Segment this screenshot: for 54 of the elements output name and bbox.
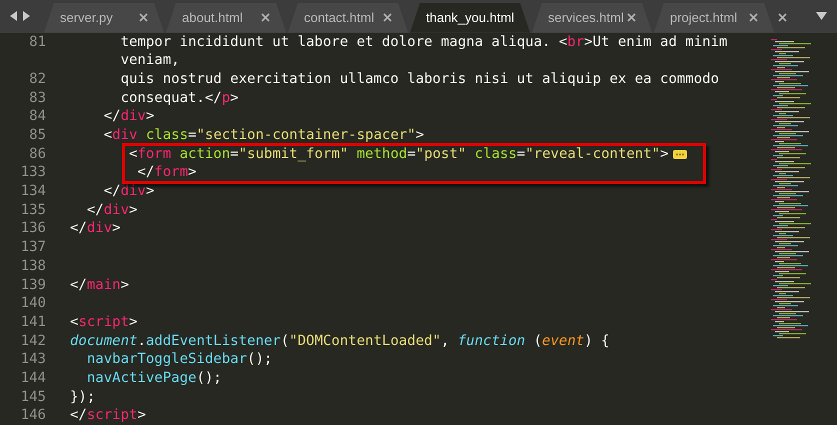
code-line: }); (70, 388, 96, 406)
line-number: 139 (20, 276, 46, 292)
tab[interactable]: server.py (44, 2, 164, 33)
line-number: 141 (20, 314, 46, 330)
code-line: </script> (70, 406, 146, 425)
tab[interactable]: thank_you.html (410, 2, 530, 33)
code-line: </div> (86, 200, 138, 220)
line-number: 143 (20, 351, 46, 368)
code-line: <script> (70, 312, 138, 332)
code-line: <form action="submit_form" method="post" class="reveal-content"> (128, 144, 669, 164)
code-line: navbarToggleSidebar(); (86, 350, 272, 369)
code-line: tempor incididunt ut labore et dolore magna aliqua. <br>Ut enim ad minim (120, 32, 728, 52)
tab[interactable]: services.html (532, 2, 652, 33)
line-number: 135 (20, 202, 46, 218)
code-line: </main> (70, 276, 130, 294)
line-number: 137 (20, 239, 46, 256)
line-number: 146 (20, 407, 46, 424)
tab[interactable]: contact.html (288, 2, 408, 33)
line-number: 134 (20, 183, 46, 200)
close-icon[interactable] (778, 13, 787, 22)
code-line: </div> (70, 219, 121, 238)
line-number: 85 (29, 127, 46, 143)
code-line: consequat.</p> (120, 88, 239, 108)
code-line: </div> (102, 182, 154, 201)
line-number: 83 (29, 90, 46, 106)
code-line: <div class="section-container-spacer"> (102, 126, 424, 145)
line-number: 142 (20, 332, 46, 349)
close-icon[interactable] (749, 13, 758, 22)
close-icon[interactable] (627, 13, 636, 22)
previous-tab-icon[interactable] (10, 11, 18, 22)
code-line: navActivePage(); (86, 368, 222, 388)
code-line: veniam, (120, 51, 180, 70)
line-number: 133 (20, 164, 46, 180)
next-tab-icon[interactable] (22, 11, 30, 22)
line-number: 84 (29, 108, 46, 124)
dropdown-icon[interactable] (816, 12, 827, 20)
line-number: 140 (20, 295, 46, 312)
line-number: 144 (20, 370, 46, 386)
tab[interactable]: project.html (654, 2, 774, 33)
code-line: document.addEventListener("DOMContentLoaded", function (event) { (70, 332, 610, 350)
tab[interactable]: about.html (166, 2, 286, 33)
line-number: 81 (29, 34, 46, 50)
line-number: 138 (20, 258, 46, 274)
line-number: 82 (29, 70, 46, 87)
close-icon[interactable] (139, 13, 148, 22)
line-number: 136 (20, 220, 46, 236)
line-number: 86 (29, 146, 46, 162)
close-icon[interactable] (383, 13, 392, 22)
close-icon[interactable] (261, 13, 270, 22)
line-number: 145 (20, 388, 46, 405)
code-line: </form> (136, 163, 196, 182)
fold-marker-icon[interactable] (672, 150, 687, 159)
code-line: </div> (102, 107, 154, 126)
code-line: quis nostrud exercitation ullamco laboris nisi ut aliquip ex ea commodo (120, 70, 720, 89)
